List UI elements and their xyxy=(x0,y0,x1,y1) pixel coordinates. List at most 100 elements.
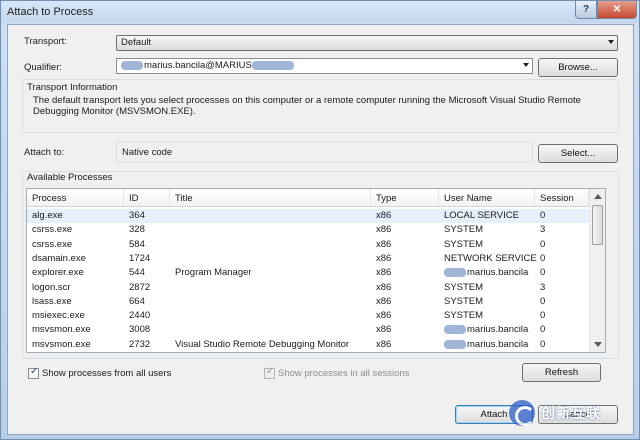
scroll-up-icon[interactable] xyxy=(594,194,602,199)
cell-text: x86 xyxy=(376,210,392,221)
select-button[interactable]: Select... xyxy=(538,144,618,163)
cell-user: SYSTEM xyxy=(444,310,483,321)
process-row[interactable]: alg.exe 364 x86 LOCAL SERVICE 0 xyxy=(27,209,589,223)
redacted-text xyxy=(444,339,466,349)
cell-user: marius.bancila xyxy=(444,324,528,335)
cell-id: 2872 xyxy=(129,282,150,293)
cell-title: Visual Studio Remote Debugging Monitor xyxy=(175,339,349,350)
title-bar[interactable]: Attach to Process ? ✕ xyxy=(1,1,639,23)
cell-text: x86 xyxy=(376,238,392,250)
column-header-user-name[interactable]: User Name xyxy=(439,189,535,207)
attach-to-field: Native code xyxy=(116,141,533,163)
cell-text: 2440 xyxy=(129,310,151,322)
cell-user: SYSTEM xyxy=(444,296,483,307)
process-row[interactable]: dsamain.exe 1724 x86 NETWORK SERVICE 0 xyxy=(27,252,589,266)
cell-text: x86 xyxy=(376,324,392,336)
attach-to-label: Attach to: xyxy=(24,147,65,158)
cell-text: 664 xyxy=(129,295,145,307)
show-all-users-checkbox[interactable]: ✓ xyxy=(28,366,39,379)
cell-text: 3 xyxy=(540,281,546,293)
cell-text: logon.scr xyxy=(32,281,71,293)
transport-info-text: The default transport lets you select pr… xyxy=(33,95,581,117)
cell-process: csrss.exe xyxy=(32,224,72,235)
redacted-text xyxy=(444,268,466,278)
cell-text: 2732 xyxy=(129,338,151,350)
cell-text: 544 xyxy=(129,267,145,279)
cell-process: logon.scr xyxy=(32,282,71,293)
process-row[interactable]: csrss.exe 328 x86 SYSTEM 3 xyxy=(27,223,589,237)
cell-id: 664 xyxy=(129,296,145,307)
cell-text: marius.bancila xyxy=(467,267,529,279)
column-header-type[interactable]: Type xyxy=(371,189,439,207)
close-button[interactable]: ✕ xyxy=(597,1,637,19)
vertical-scrollbar[interactable] xyxy=(589,189,605,352)
cell-type: x86 xyxy=(376,210,391,221)
process-row[interactable]: msiexec.exe 2440 x86 SYSTEM 0 xyxy=(27,309,589,323)
transport-info-group: Transport Information The default transp… xyxy=(22,79,619,133)
cell-text: msvsmon.exe xyxy=(32,338,91,350)
cell-text: Visual Studio Remote Debugging Monitor xyxy=(175,338,350,350)
cell-text: lsass.exe xyxy=(32,295,72,307)
cell-type: x86 xyxy=(376,239,391,250)
process-row[interactable]: logon.scr 2872 x86 SYSTEM 3 xyxy=(27,281,589,295)
cell-process: msvsmon.exe xyxy=(32,324,91,335)
cell-text: SYSTEM xyxy=(444,295,484,307)
cell-text: msvsmon.exe xyxy=(32,324,91,336)
cell-type: x86 xyxy=(376,224,391,235)
column-header-title[interactable]: Title xyxy=(170,189,371,207)
help-button[interactable]: ? xyxy=(575,1,597,19)
cell-text: alg.exe xyxy=(32,210,63,221)
cell-title: Program Manager xyxy=(175,267,252,278)
watermark-logo: 创新互联 xyxy=(509,395,637,431)
chevron-down-icon xyxy=(608,40,614,44)
column-header-id[interactable]: ID xyxy=(124,189,170,207)
qualifier-value: marius.bancila@MARIUS xyxy=(144,60,252,71)
process-row[interactable]: rdpclip.exe1872x86marius.bancila0 xyxy=(27,352,589,353)
scroll-thumb[interactable] xyxy=(592,205,603,245)
cell-id: 364 xyxy=(129,210,145,221)
logo-icon xyxy=(509,400,535,426)
process-list[interactable]: Process ID Title Type User Name Session … xyxy=(26,188,606,353)
cell-id: 1724 xyxy=(129,253,150,264)
cell-session: 0 xyxy=(540,339,545,350)
show-all-users-label: Show processes from all users xyxy=(42,368,172,379)
column-header-process[interactable]: Process xyxy=(27,189,124,207)
process-row[interactable]: explorer.exe 544 Program Manager x86 marius.… xyxy=(27,266,589,280)
close-icon: ✕ xyxy=(612,4,622,15)
browse-button[interactable]: Browse... xyxy=(538,58,618,77)
checkmark-icon: ✓ xyxy=(30,366,39,377)
cell-user: marius.bancila xyxy=(444,267,528,278)
cell-text: csrss.exe xyxy=(32,238,73,250)
cell-session: 3 xyxy=(540,282,545,293)
cell-session: 3 xyxy=(540,224,545,235)
cell-type: x86 xyxy=(376,267,391,278)
column-header-session[interactable]: Session xyxy=(535,189,589,207)
transport-label: Transport: xyxy=(24,36,67,47)
cell-process: msiexec.exe xyxy=(32,310,85,321)
cell-text: x86 xyxy=(376,267,392,279)
transport-dropdown[interactable]: Default xyxy=(116,35,618,51)
cell-text: SYSTEM xyxy=(444,310,484,322)
cell-text: msiexec.exe xyxy=(32,310,85,322)
attach-to-process-window: Attach to Process ? ✕ Transport: Default… xyxy=(0,0,640,440)
cell-type: x86 xyxy=(376,339,391,350)
process-row[interactable]: msvsmon.exe 3008 x86 marius.bancila 0 xyxy=(27,323,589,337)
cell-text: 0 xyxy=(540,324,546,336)
refresh-button[interactable]: Refresh xyxy=(522,363,601,382)
cell-session: 0 xyxy=(540,253,545,264)
cell-text: 1724 xyxy=(129,252,151,264)
cell-text: x86 xyxy=(376,310,392,322)
cell-session: 0 xyxy=(540,210,545,221)
scroll-down-icon[interactable] xyxy=(594,342,602,347)
cell-text: csrss.exe xyxy=(32,224,73,236)
cell-session: 0 xyxy=(540,239,545,250)
process-row[interactable]: lsass.exe 664 x86 SYSTEM 0 xyxy=(27,295,589,309)
cell-text: dsamain.exe xyxy=(32,252,86,264)
cell-text: 0 xyxy=(540,295,546,307)
process-row[interactable]: msvsmon.exe 2732 Visual Studio Remote Debu… xyxy=(27,338,589,352)
process-row[interactable]: csrss.exe 584 x86 SYSTEM 0 xyxy=(27,238,589,252)
qualifier-input[interactable]: marius.bancila@MARIUS xyxy=(116,58,533,74)
cell-id: 544 xyxy=(129,267,145,278)
cell-text: marius.bancila xyxy=(467,338,529,350)
cell-type: x86 xyxy=(376,296,391,307)
